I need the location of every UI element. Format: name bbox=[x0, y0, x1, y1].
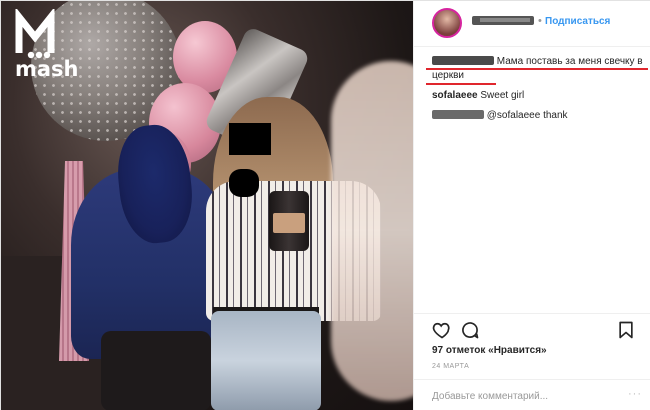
comments-list: Мама поставь за меня свечку в церкви sof… bbox=[426, 55, 648, 129]
post-header: • Подписаться bbox=[414, 1, 650, 47]
red-underline bbox=[426, 68, 648, 70]
comment-input[interactable] bbox=[432, 388, 622, 404]
denim-shorts bbox=[211, 311, 321, 410]
comment-bubble-icon[interactable] bbox=[460, 320, 480, 340]
heart-icon[interactable] bbox=[432, 320, 452, 340]
add-comment-bar: ··· bbox=[414, 379, 650, 410]
comment-item: @sofalaeee thank bbox=[432, 109, 644, 123]
post-date: 24 МАРТА bbox=[432, 363, 470, 370]
separator-dot: • bbox=[538, 15, 542, 27]
username-blurred[interactable] bbox=[472, 16, 534, 25]
comment-item: sofalaeee Sweet girl bbox=[432, 89, 644, 103]
comment-username-blurred[interactable] bbox=[432, 56, 494, 65]
post-sidebar: • Подписаться Мама поставь за меня свечк… bbox=[413, 1, 650, 410]
post-actions bbox=[414, 313, 650, 343]
post-frame: mash • Подписаться Мама поставь за меня … bbox=[0, 0, 650, 410]
follow-button[interactable]: Подписаться bbox=[545, 16, 610, 27]
comment-username[interactable]: sofalaeee bbox=[432, 90, 478, 101]
comment-item: Мама поставь за меня свечку в церкви bbox=[426, 55, 648, 85]
person-left-legs bbox=[101, 331, 211, 410]
more-options-icon[interactable]: ··· bbox=[628, 388, 642, 400]
avatar[interactable] bbox=[432, 8, 462, 38]
champagne-bottle bbox=[269, 191, 309, 251]
comment-text: Sweet girl bbox=[480, 90, 525, 101]
red-underline bbox=[426, 83, 496, 85]
mash-watermark: mash bbox=[15, 57, 79, 81]
censor-bar bbox=[229, 169, 259, 197]
censor-bar bbox=[229, 123, 271, 155]
comment-username-blurred[interactable] bbox=[432, 110, 484, 119]
post-photo[interactable]: mash bbox=[1, 1, 413, 410]
bookmark-icon[interactable] bbox=[616, 320, 636, 340]
comment-text: @sofalaeee thank bbox=[486, 110, 568, 121]
light-glare bbox=[331, 61, 413, 401]
likes-count[interactable]: 97 отметок «Нравится» bbox=[432, 345, 547, 356]
